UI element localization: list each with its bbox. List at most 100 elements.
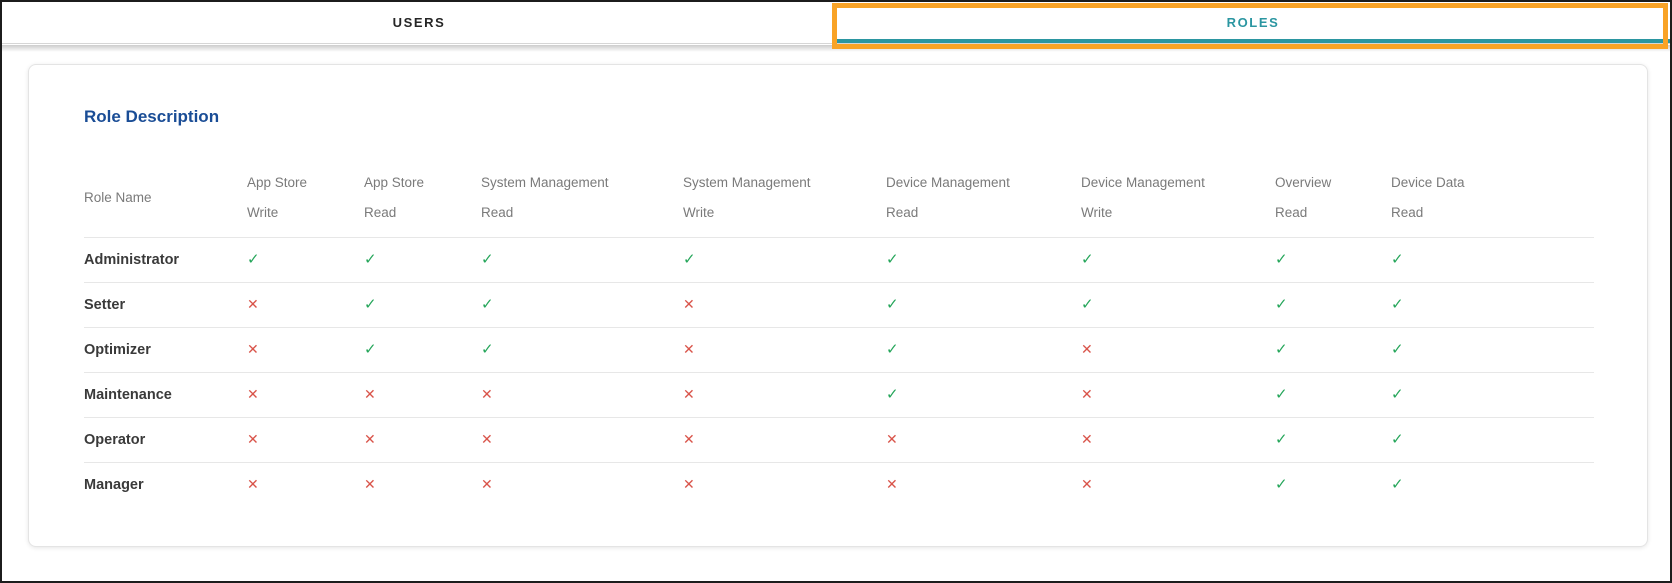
permission-denied-icon: ✕: [886, 431, 898, 447]
permission-cell: ✓: [1081, 237, 1275, 282]
permission-cell: ✕: [481, 462, 683, 507]
permission-cell: ✓: [1391, 282, 1594, 327]
column-header-role-name: Role Name: [84, 159, 247, 237]
permission-denied-icon: ✕: [683, 386, 695, 402]
permission-cell: ✓: [1275, 327, 1391, 372]
column-header-group: App Store: [247, 175, 364, 190]
table-row: Setter✕✓✓✕✓✓✓✓: [84, 282, 1594, 327]
permission-denied-icon: ✕: [481, 476, 493, 492]
permission-cell: ✓: [886, 282, 1081, 327]
tabbar-shadow: [2, 45, 1670, 52]
permission-cell: ✕: [886, 462, 1081, 507]
column-header: App StoreRead: [364, 159, 481, 237]
column-header-permission: Read: [1275, 205, 1391, 220]
permission-allowed-icon: ✓: [1391, 476, 1404, 493]
tab-bar: USERS ROLES: [2, 2, 1670, 44]
permission-allowed-icon: ✓: [1391, 431, 1404, 448]
column-header-group: App Store: [364, 175, 481, 190]
permission-cell: ✓: [1391, 237, 1594, 282]
permission-cell: ✓: [1391, 327, 1594, 372]
permission-cell: ✕: [247, 417, 364, 462]
permission-cell: ✓: [1391, 462, 1594, 507]
tab-users-label: USERS: [393, 15, 446, 30]
permission-cell: ✕: [364, 462, 481, 507]
permission-denied-icon: ✕: [247, 476, 259, 492]
permission-cell: ✕: [1081, 372, 1275, 417]
role-name-cell: Operator: [84, 417, 247, 462]
permission-denied-icon: ✕: [364, 431, 376, 447]
permission-allowed-icon: ✓: [683, 251, 696, 268]
table-row: Maintenance✕✕✕✕✓✕✓✓: [84, 372, 1594, 417]
permission-allowed-icon: ✓: [364, 341, 377, 358]
table-row: Manager✕✕✕✕✕✕✓✓: [84, 462, 1594, 507]
role-description-card: Role Description Role NameApp StoreWrite…: [28, 64, 1648, 547]
page-title: Role Description: [84, 107, 1592, 127]
table-header: Role NameApp StoreWriteApp StoreReadSyst…: [84, 159, 1594, 237]
permission-allowed-icon: ✓: [1275, 476, 1288, 493]
permission-cell: ✓: [1081, 282, 1275, 327]
permission-cell: ✓: [364, 282, 481, 327]
permission-allowed-icon: ✓: [886, 296, 899, 313]
permission-denied-icon: ✕: [683, 431, 695, 447]
tab-roles[interactable]: ROLES: [836, 2, 1670, 43]
permission-cell: ✓: [481, 237, 683, 282]
permission-denied-icon: ✕: [1081, 476, 1093, 492]
permission-denied-icon: ✕: [683, 476, 695, 492]
permission-cell: ✓: [247, 237, 364, 282]
role-name-cell: Optimizer: [84, 327, 247, 372]
permission-cell: ✓: [364, 327, 481, 372]
permission-allowed-icon: ✓: [481, 341, 494, 358]
permission-allowed-icon: ✓: [1391, 251, 1404, 268]
permission-denied-icon: ✕: [247, 341, 259, 357]
role-name-cell: Manager: [84, 462, 247, 507]
permission-allowed-icon: ✓: [1275, 341, 1288, 358]
permission-allowed-icon: ✓: [247, 251, 260, 268]
permission-allowed-icon: ✓: [1275, 251, 1288, 268]
permission-cell: ✓: [1275, 462, 1391, 507]
permission-allowed-icon: ✓: [364, 251, 377, 268]
table-header-row: Role NameApp StoreWriteApp StoreReadSyst…: [84, 159, 1594, 237]
column-header-permission: Read: [481, 205, 683, 220]
tab-users[interactable]: USERS: [2, 2, 836, 43]
permission-allowed-icon: ✓: [481, 251, 494, 268]
permission-cell: ✓: [886, 237, 1081, 282]
permission-cell: ✓: [1275, 282, 1391, 327]
roles-table: Role NameApp StoreWriteApp StoreReadSyst…: [84, 159, 1594, 507]
permission-allowed-icon: ✓: [886, 386, 899, 403]
role-name-cell: Administrator: [84, 237, 247, 282]
column-header-permission: Write: [247, 205, 364, 220]
permission-cell: ✓: [1391, 417, 1594, 462]
permission-cell: ✓: [683, 237, 886, 282]
permission-cell: ✓: [481, 282, 683, 327]
permission-denied-icon: ✕: [247, 296, 259, 312]
permission-allowed-icon: ✓: [886, 341, 899, 358]
column-header: Overview Read: [1275, 159, 1391, 237]
permission-allowed-icon: ✓: [481, 296, 494, 313]
column-header-group: Device Management: [886, 175, 1081, 190]
permission-denied-icon: ✕: [364, 386, 376, 402]
column-header-permission: Read: [1391, 205, 1594, 220]
permission-cell: ✓: [1275, 372, 1391, 417]
permission-denied-icon: ✕: [364, 476, 376, 492]
permission-denied-icon: ✕: [886, 476, 898, 492]
permission-allowed-icon: ✓: [1275, 431, 1288, 448]
active-tab-indicator: [836, 39, 1670, 43]
column-header: System Management Write: [683, 159, 886, 237]
permission-cell: ✓: [1275, 237, 1391, 282]
permission-cell: ✕: [247, 462, 364, 507]
column-header-permission: Read: [886, 205, 1081, 220]
table-row: Administrator✓✓✓✓✓✓✓✓: [84, 237, 1594, 282]
role-name-cell: Setter: [84, 282, 247, 327]
permission-denied-icon: ✕: [683, 296, 695, 312]
column-header-permission: Write: [683, 205, 886, 220]
column-header-group: System Management: [683, 175, 886, 190]
permission-cell: ✕: [364, 372, 481, 417]
permission-allowed-icon: ✓: [1391, 386, 1404, 403]
permission-cell: ✓: [1275, 417, 1391, 462]
permission-cell: ✕: [683, 417, 886, 462]
column-header: Device DataRead: [1391, 159, 1594, 237]
permission-cell: ✓: [1391, 372, 1594, 417]
column-header: Device Management Read: [886, 159, 1081, 237]
permission-allowed-icon: ✓: [886, 251, 899, 268]
column-header-group: Overview: [1275, 175, 1391, 190]
